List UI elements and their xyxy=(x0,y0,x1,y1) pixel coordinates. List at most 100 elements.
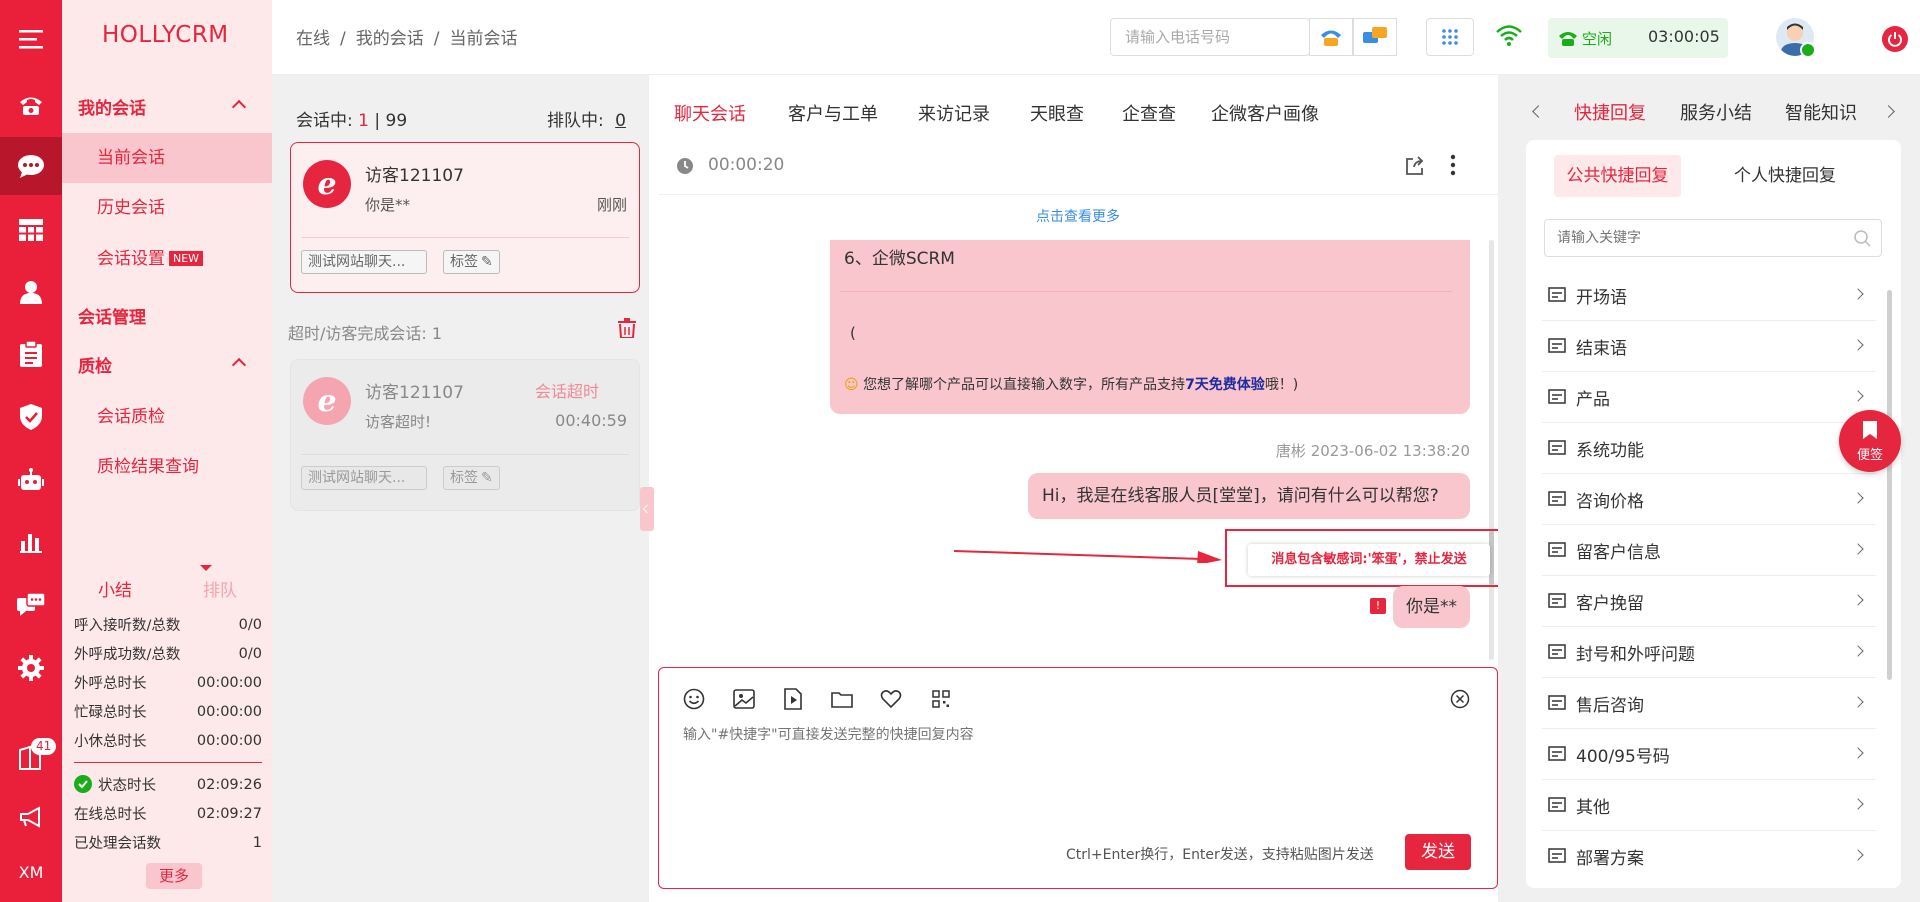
quick-reply-item[interactable]: 封号和外呼问题 xyxy=(1542,627,1876,678)
apps-grid-button[interactable] xyxy=(1426,18,1474,56)
public-quick-reply-tab[interactable]: 公共快捷回复 xyxy=(1554,155,1681,197)
nav-section-session-management[interactable]: 会话管理 xyxy=(78,303,146,328)
label-tag-button[interactable]: 标签 ✎ xyxy=(443,250,500,274)
folder-icon[interactable] xyxy=(829,686,855,712)
new-badge: NEW xyxy=(169,251,204,266)
menu-icon[interactable] xyxy=(0,10,62,68)
bar-chart-icon[interactable] xyxy=(0,513,62,571)
nav-item-qc-result[interactable]: 质检结果查询 xyxy=(62,442,272,492)
keyword-search-input[interactable] xyxy=(1545,220,1845,256)
source-tag[interactable]: 测试网站聊天... xyxy=(301,466,427,490)
list-scrollbar[interactable] xyxy=(1887,290,1892,680)
tab-smart-knowledge[interactable]: 智能知识 xyxy=(1785,89,1857,139)
message-icon[interactable] xyxy=(0,576,62,634)
dial-button[interactable] xyxy=(1309,18,1353,56)
phone-icon[interactable] xyxy=(0,76,62,134)
image-icon[interactable] xyxy=(731,686,757,712)
agent-status[interactable]: 空闲 03:00:05 xyxy=(1548,18,1728,58)
nav-item-session-qc[interactable]: 会话质检 xyxy=(62,392,272,442)
quick-reply-item[interactable]: 开场语 xyxy=(1542,270,1876,321)
qrcode-icon[interactable] xyxy=(928,686,954,712)
icon-rail: 41 XM xyxy=(0,0,62,902)
send-hint: Ctrl+Enter换行，Enter发送，支持粘贴图片发送 xyxy=(1066,847,1374,863)
message-square-icon xyxy=(1548,440,1566,455)
chevron-right-icon xyxy=(1852,339,1864,351)
shield-icon[interactable] xyxy=(0,388,62,446)
load-more-link[interactable]: 点击查看更多 xyxy=(658,206,1498,226)
user-icon[interactable] xyxy=(0,263,62,321)
quick-reply-item[interactable]: 部署方案 xyxy=(1542,831,1876,880)
edit-icon: ✎ xyxy=(481,470,493,486)
message-input[interactable] xyxy=(683,724,1473,814)
chevron-up-icon[interactable] xyxy=(231,357,247,373)
book-icon[interactable]: 41 xyxy=(0,728,62,786)
chevron-left-icon[interactable] xyxy=(1532,105,1545,118)
trash-icon[interactable] xyxy=(618,318,636,338)
quick-reply-item[interactable]: 其他 xyxy=(1542,780,1876,831)
tab-customer-ticket[interactable]: 客户与工单 xyxy=(772,89,894,140)
tab-summary[interactable]: 小结 xyxy=(98,576,132,601)
quick-reply-item[interactable]: 400/95号码 xyxy=(1542,729,1876,780)
emoji-icon[interactable] xyxy=(681,686,707,712)
tab-queue[interactable]: 排队 xyxy=(203,576,237,601)
chevron-up-icon[interactable] xyxy=(231,99,247,115)
tab-service-summary[interactable]: 服务小结 xyxy=(1680,89,1752,139)
power-icon[interactable] xyxy=(1882,26,1908,52)
stat-row: 在线总时长 02:09:27 xyxy=(74,805,262,824)
send-failed-icon[interactable]: ! xyxy=(1370,598,1386,614)
source-tag[interactable]: 测试网站聊天... xyxy=(301,250,427,274)
last-message: 你是** xyxy=(365,196,411,214)
tab-chat[interactable]: 聊天会话 xyxy=(658,89,762,140)
quick-reply-item[interactable]: 系统功能 xyxy=(1542,423,1876,474)
quick-reply-item[interactable]: 客户挽留 xyxy=(1542,576,1876,627)
label-tag-button[interactable]: 标签 ✎ xyxy=(443,466,500,490)
nav-item-session-settings[interactable]: 会话设置 NEW xyxy=(62,234,272,284)
nav-item-history-session[interactable]: 历史会话 xyxy=(62,183,272,233)
sticky-note-button[interactable]: 便签 xyxy=(1839,410,1901,472)
collapse-arrow-icon[interactable] xyxy=(200,565,212,571)
quick-reply-item[interactable]: 咨询价格 xyxy=(1542,474,1876,525)
nav-section-quality-check[interactable]: 质检 xyxy=(78,352,112,377)
more-vert-icon[interactable] xyxy=(1450,154,1456,176)
timeout-conversation-card[interactable]: e 访客121107 会话超时 访客超时! 00:40:59 测试网站聊天...… xyxy=(290,359,640,511)
divider xyxy=(74,762,262,763)
megaphone-icon[interactable] xyxy=(0,788,62,846)
clock-icon xyxy=(677,158,693,174)
clipboard-icon[interactable] xyxy=(0,325,62,383)
personal-quick-reply-tab[interactable]: 个人快捷回复 xyxy=(1734,155,1836,197)
send-button[interactable]: 发送 xyxy=(1405,834,1471,870)
chat-dial-button[interactable] xyxy=(1353,18,1397,56)
nav-item-current-session[interactable]: 当前会话 xyxy=(62,133,272,183)
collapse-handle[interactable] xyxy=(640,487,654,531)
user-initials[interactable]: XM xyxy=(0,843,62,901)
quick-reply-item[interactable]: 留客户信息 xyxy=(1542,525,1876,576)
table-icon[interactable] xyxy=(0,201,62,259)
breadcrumb-my-sessions[interactable]: 我的会话 xyxy=(356,29,424,49)
timeout-header: 超时/访客完成会话: 1 xyxy=(288,324,443,343)
quick-reply-item[interactable]: 结束语 xyxy=(1542,321,1876,372)
chevron-right-icon[interactable] xyxy=(1882,105,1895,118)
smile-emoji-icon: ☺ xyxy=(844,377,859,393)
robot-icon[interactable] xyxy=(0,451,62,509)
quick-reply-item[interactable]: 产品 xyxy=(1542,372,1876,423)
tab-quick-reply[interactable]: 快捷回复 xyxy=(1574,89,1646,139)
gear-icon[interactable] xyxy=(0,639,62,697)
tab-visit-record[interactable]: 来访记录 xyxy=(902,89,1006,140)
chat-icon[interactable] xyxy=(0,137,62,195)
video-icon[interactable] xyxy=(780,686,806,712)
quick-reply-item[interactable]: 售后咨询 xyxy=(1542,678,1876,729)
phone-input[interactable] xyxy=(1111,19,1306,55)
more-button[interactable]: 更多 xyxy=(146,863,202,889)
chat-scrollbar[interactable] xyxy=(1489,240,1494,660)
heart-icon[interactable] xyxy=(878,686,904,712)
message-square-icon xyxy=(1548,389,1566,404)
breadcrumb-online[interactable]: 在线 xyxy=(296,29,330,49)
tab-wecom-profile[interactable]: 企微客户画像 xyxy=(1195,89,1335,140)
tab-tianyancha[interactable]: 天眼查 xyxy=(1014,89,1100,140)
close-circle-icon[interactable] xyxy=(1447,686,1473,712)
nav-section-my-sessions[interactable]: 我的会话 xyxy=(78,94,146,119)
share-icon[interactable] xyxy=(1405,156,1425,176)
tab-qichacha[interactable]: 企查查 xyxy=(1106,89,1192,140)
active-conversation-card[interactable]: e 访客121107 你是** 刚刚 测试网站聊天... 标签 ✎ xyxy=(290,142,640,293)
stat-row: 小休总时长 00:00:00 xyxy=(74,732,262,751)
